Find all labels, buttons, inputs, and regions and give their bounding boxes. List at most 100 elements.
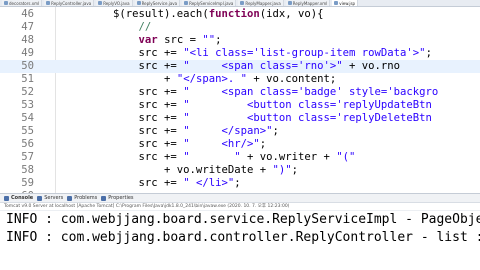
line-number: 46 bbox=[21, 8, 34, 20]
string-token: " <span class='badge' style='backgro bbox=[183, 86, 439, 98]
code-token: ; bbox=[291, 164, 299, 176]
view-icon bbox=[101, 195, 107, 201]
code-token: src += bbox=[62, 60, 184, 72]
editor-tab[interactable]: view.jsp bbox=[332, 0, 359, 6]
code-text: src += " " + vo.writer + "(" bbox=[62, 151, 356, 164]
view-icon bbox=[4, 195, 9, 201]
code-token: $(result).each( bbox=[62, 8, 209, 20]
code-token: + bbox=[62, 73, 177, 85]
editor-tab-label: ReplyMapper.xml bbox=[292, 0, 328, 6]
editor-tab[interactable]: ReplyMapper.java bbox=[238, 0, 284, 6]
file-icon bbox=[287, 1, 292, 5]
editor-tab-label: ReplyMapper.java bbox=[245, 0, 281, 6]
line-number: 54 bbox=[21, 112, 34, 124]
editor-tab-bar: decorators.xml ReplyController.java ReplyV… bbox=[0, 0, 480, 7]
editor-tab[interactable]: ReplyService.java bbox=[134, 0, 181, 6]
code-token: src += bbox=[62, 125, 184, 137]
code-token: src += bbox=[62, 99, 184, 111]
code-line[interactable]: 48 var src = ""; bbox=[0, 34, 480, 47]
code-text: src += " <span class='badge' style='back… bbox=[62, 86, 439, 99]
file-icon bbox=[240, 1, 245, 5]
string-token: "</span>. " bbox=[176, 73, 247, 85]
string-token: " " bbox=[183, 151, 241, 163]
string-token: " <button class='replyUpdateBtn bbox=[183, 99, 432, 111]
console-tab[interactable]: Servers bbox=[37, 195, 63, 201]
code-text: + vo.writeDate + ")"; bbox=[62, 164, 298, 177]
code-text: $(result).each(function(idx, vo){ bbox=[62, 8, 324, 21]
code-line[interactable]: 59 src += " </li>"; bbox=[0, 177, 480, 190]
line-number: 56 bbox=[21, 138, 34, 150]
code-text: src += " </span>"; bbox=[62, 125, 279, 138]
line-number: 53 bbox=[21, 99, 34, 111]
code-token: + vo.rno bbox=[342, 60, 401, 72]
line-number: 49 bbox=[21, 47, 34, 59]
code-text: src += " <hr/>"; bbox=[62, 138, 267, 151]
code-line[interactable]: 49 src += "<li class='list-group-item ro… bbox=[0, 47, 480, 60]
code-line[interactable]: 55 src += " </span>"; bbox=[0, 125, 480, 138]
file-icon bbox=[4, 1, 8, 5]
editor-tab-label: ReplyVO.java bbox=[103, 0, 130, 6]
code-line[interactable]: 57 src += " " + vo.writer + "(" bbox=[0, 151, 480, 164]
code-editor[interactable]: 46 $(result).each(function(idx, vo){47 /… bbox=[0, 7, 480, 193]
line-number: 52 bbox=[21, 86, 34, 98]
comment-token: // bbox=[62, 21, 152, 33]
code-token: ; bbox=[272, 125, 279, 137]
code-token: ; bbox=[425, 47, 432, 59]
code-token: src = bbox=[157, 34, 203, 46]
code-token: (idx, vo){ bbox=[259, 8, 324, 20]
code-token: ; bbox=[215, 34, 222, 46]
code-line[interactable]: 54 src += " <button class='replyDeleteBt… bbox=[0, 112, 480, 125]
console-tab[interactable]: Console bbox=[4, 195, 33, 201]
editor-tab[interactable]: ReplyMapper.xml bbox=[285, 0, 331, 6]
code-token: + vo.writeDate + bbox=[62, 164, 273, 176]
console-tab[interactable]: Properties bbox=[101, 195, 134, 201]
string-token: " <hr/>" bbox=[183, 138, 260, 150]
file-icon bbox=[184, 1, 189, 5]
editor-tab-label: decorators.xml bbox=[9, 0, 40, 6]
file-icon bbox=[136, 1, 141, 5]
keyword-token: function bbox=[208, 8, 260, 20]
line-number: 48 bbox=[21, 34, 34, 46]
string-token: "<li class='list-group-item rowData'>" bbox=[183, 47, 426, 59]
code-line[interactable]: 53 src += " <button class='replyUpdateBt… bbox=[0, 99, 480, 112]
string-token: " </li>" bbox=[183, 177, 235, 189]
code-text: src += " </li>"; bbox=[62, 177, 241, 190]
code-token: src += bbox=[62, 112, 184, 124]
editor-tab-label: view.jsp bbox=[339, 0, 356, 6]
console-tab[interactable]: Problems bbox=[67, 195, 97, 201]
code-text: src += " <span class='rno'>" + vo.rno bbox=[62, 60, 401, 73]
editor-tab[interactable]: ReplyServiceImpl.java bbox=[182, 0, 237, 6]
editor-tab-label: ReplyController.java bbox=[51, 0, 92, 6]
console-tab-label: Problems bbox=[74, 195, 98, 201]
code-line[interactable]: 56 src += " <hr/>"; bbox=[0, 138, 480, 151]
code-line[interactable]: 52 src += " <span class='badge' style='b… bbox=[0, 86, 480, 99]
string-token: "(" bbox=[336, 151, 356, 163]
console-tab-label: Console bbox=[11, 195, 34, 201]
code-text: var src = ""; bbox=[62, 34, 222, 47]
console-tab-label: Servers bbox=[44, 195, 64, 201]
code-token: + vo.writer + bbox=[240, 151, 337, 163]
editor-tab[interactable]: decorators.xml bbox=[2, 0, 43, 6]
string-token: " <span class='rno'>" bbox=[183, 60, 343, 72]
code-line[interactable]: 58 + vo.writeDate + ")"; bbox=[0, 164, 480, 177]
code-token: src += bbox=[62, 86, 184, 98]
code-line[interactable]: 51 + "</span>. " + vo.content; bbox=[0, 73, 480, 86]
file-icon bbox=[98, 1, 103, 5]
view-icon bbox=[37, 195, 43, 201]
code-token: ; bbox=[234, 177, 241, 189]
code-line[interactable]: 46 $(result).each(function(idx, vo){ bbox=[0, 8, 480, 21]
editor-tab[interactable]: ReplyVO.java bbox=[96, 0, 133, 6]
editor-tab[interactable]: ReplyController.java bbox=[44, 0, 95, 6]
code-line[interactable]: 50 src += " <span class='rno'>" + vo.rno bbox=[0, 60, 480, 73]
code-token: src += bbox=[62, 177, 184, 189]
console-line: INFO : com.webjjang.board.service.ReplyS… bbox=[6, 212, 480, 227]
code-line[interactable]: 47 // bbox=[0, 21, 480, 34]
line-number: 47 bbox=[21, 21, 34, 33]
code-token: ; bbox=[259, 138, 267, 150]
code-text: // bbox=[62, 21, 152, 34]
code-text: + "</span>. " + vo.content; bbox=[62, 73, 336, 86]
console-line: INFO : com.webjjang.board.controller.Rep… bbox=[6, 230, 480, 245]
line-number: 55 bbox=[21, 125, 34, 137]
line-number: 50 bbox=[21, 60, 34, 72]
